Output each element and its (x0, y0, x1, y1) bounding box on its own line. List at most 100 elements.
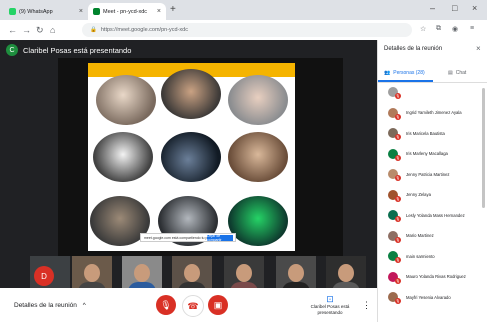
participant-row[interactable]: 🎙 Mayfri Yesenia Alvarado (388, 289, 484, 305)
url-field[interactable]: 🔒 https://meet.google.com/pn-ycd-xdc (82, 23, 412, 37)
presentation-slide: meet.google.com está compartiendo tu pan… (88, 63, 295, 251)
meeting-details-label: Detalles de la reunión (14, 302, 77, 309)
mic-off-icon: 🎙 (395, 175, 401, 181)
screen-share-popup: meet.google.com está compartiendo tu pan… (140, 233, 236, 242)
url-text: https://meet.google.com/pn-ycd-xdc (100, 27, 188, 33)
star-icon[interactable]: ☆ (420, 25, 426, 33)
participant-avatar: 🎙 (388, 271, 401, 284)
participant-name: Mayfri Yesenia Alvarado (406, 294, 451, 300)
participant-avatar: 🎙 (388, 189, 401, 202)
new-tab-button[interactable]: + (170, 4, 176, 15)
camera-off-button[interactable]: ▣ (208, 295, 228, 315)
meeting-details-button[interactable]: Detalles de la reunión ^ (14, 302, 86, 309)
photo-circle (228, 196, 288, 246)
participant-name: Jenny Patricia Martinez (406, 171, 450, 177)
tab-people[interactable]: 👥 Personas (28) (384, 70, 425, 76)
mic-off-icon: 🎙 (395, 113, 401, 120)
people-icon: 👥 (384, 70, 391, 76)
mic-off-icon: 🎙 (395, 298, 401, 304)
tab-chat[interactable]: ▤ Chat (448, 70, 466, 76)
minimize-icon[interactable]: – (430, 3, 435, 13)
tab-meet[interactable]: Meet - pn-ycd-xdc × (88, 3, 166, 20)
whatsapp-icon (9, 8, 16, 15)
profile-icon[interactable]: ◉ (452, 25, 458, 33)
photo-circle (93, 132, 153, 182)
extensions-icon[interactable]: ⧉ (436, 25, 441, 33)
participant-avatar: 🎙 (388, 230, 401, 243)
presenter-avatar: C (6, 44, 18, 56)
mic-off-button[interactable]: 🎙 (156, 295, 176, 315)
close-icon[interactable]: × (157, 8, 161, 15)
participant-row[interactable]: 🎙 Ingrid Yamileth Jimenez Ayala (388, 105, 484, 121)
close-icon[interactable]: × (476, 44, 481, 53)
participant-name: Iris Maricela Bautista (406, 130, 445, 136)
presenting-label: Claribel Posas está presentando (310, 304, 350, 315)
panel-title: Detalles de la reunión (384, 46, 443, 52)
participant-name: Mario Martinez (406, 233, 434, 238)
close-icon[interactable]: × (79, 8, 83, 15)
participant-name: Mauro Yolanda Rivas Rodriguez (406, 274, 466, 279)
more-options-icon[interactable]: ⋮ (362, 300, 371, 311)
participant-row[interactable]: 🎙 Jenny Patricia Martinez (388, 166, 484, 182)
photo-circle (228, 132, 288, 182)
participant-avatar: D (34, 266, 54, 286)
participant-name: Iris Marleny Macallaga (406, 151, 448, 156)
participant-name: Ingrid Yamileth Jimenez Ayala (406, 110, 462, 115)
tab-chat-label: Chat (455, 70, 467, 76)
participant-avatar: 🎙 (388, 148, 401, 161)
meet-icon (93, 8, 100, 15)
participant-row[interactable]: 🎙 Jenny Zelaya (388, 187, 484, 203)
participant-row[interactable]: 🎙 Iris Maricela Bautista (388, 125, 484, 141)
active-tab-indicator (378, 80, 433, 82)
chevron-up-icon: ^ (82, 302, 86, 309)
mic-off-icon: 🎙 (395, 257, 401, 263)
presenter-banner: C Claribel Posas está presentando (6, 44, 131, 56)
menu-icon[interactable]: ≡ (470, 25, 474, 32)
presenter-text: Claribel Posas está presentando (23, 45, 132, 55)
tab-people-label: Personas (28) (393, 70, 425, 76)
participant-row[interactable]: 🎙 (388, 84, 484, 100)
photo-circle (161, 132, 221, 182)
lock-icon: 🔒 (90, 27, 97, 33)
participant-avatar: 🎙 (388, 107, 401, 120)
mic-off-icon: 🎙 (395, 216, 401, 222)
chat-icon: ▤ (448, 70, 453, 76)
participant-avatar: 🎙 (388, 128, 401, 140)
tab-meet-label: Meet - pn-ycd-xdc (103, 8, 148, 15)
mic-off-icon: 🎙 (395, 93, 401, 99)
participant-avatar: 🎙 (388, 169, 401, 181)
back-icon[interactable]: ← (8, 25, 17, 35)
participant-avatar: 🎙 (388, 292, 401, 304)
participant-row[interactable]: 🎙 Lesly Yolanda Mass Hernandez (388, 207, 484, 223)
participant-avatar: 🎙 (388, 87, 401, 99)
panel-tabs: 👥 Personas (28) ▤ Chat (378, 68, 487, 83)
maximize-icon[interactable]: □ (452, 3, 457, 13)
scrollbar[interactable] (482, 88, 485, 208)
reload-icon[interactable]: ↻ (36, 25, 44, 36)
participant-name: Lesly Yolanda Mass Hernandez (406, 212, 465, 218)
hang-up-icon: ☎ (187, 300, 199, 311)
leave-call-button[interactable]: ☎ (182, 295, 204, 317)
window-close-icon[interactable]: × (472, 3, 477, 13)
participant-row[interactable]: 🎙 Mauro Yolanda Rivas Rodriguez (388, 269, 484, 285)
presentation-screen: meet.google.com está compartiendo tu pan… (58, 58, 343, 256)
mic-off-icon: 🎙 (395, 134, 401, 140)
forward-icon[interactable]: → (22, 25, 31, 35)
tab-whatsapp[interactable]: (9) WhatsApp × (4, 3, 88, 20)
participant-row[interactable]: 🎙 main sarmiento (388, 248, 484, 264)
camera-off-icon: ▣ (213, 299, 223, 310)
presenting-button[interactable]: ⊡ Claribel Posas está presentando (306, 294, 354, 316)
photo-circle (96, 75, 156, 125)
meeting-details-panel: Detalles de la reunión × 👥 Personas (28)… (377, 40, 487, 322)
stop-sharing-button[interactable]: Dejar de compartir (207, 234, 233, 242)
participant-name: Jenny Zelaya (406, 192, 431, 197)
meet-stage-area: C Claribel Posas está presentando meet.g… (0, 40, 377, 322)
mic-off-icon: 🎙 (160, 299, 172, 310)
present-screen-icon: ⊡ (326, 294, 334, 304)
home-icon[interactable]: ⌂ (50, 25, 55, 35)
participant-row[interactable]: 🎙 Mario Martinez (388, 228, 484, 244)
tab-whatsapp-label: (9) WhatsApp (19, 8, 53, 15)
participant-row[interactable]: 🎙 Iris Marleny Macallaga (388, 146, 484, 162)
meeting-control-bar: Detalles de la reunión ^ 🎙 ☎ ▣ ⊡ Claribe… (0, 288, 377, 322)
address-toolbar: ← → ↻ ⌂ 🔒 https://meet.google.com/pn-ycd… (0, 20, 487, 41)
